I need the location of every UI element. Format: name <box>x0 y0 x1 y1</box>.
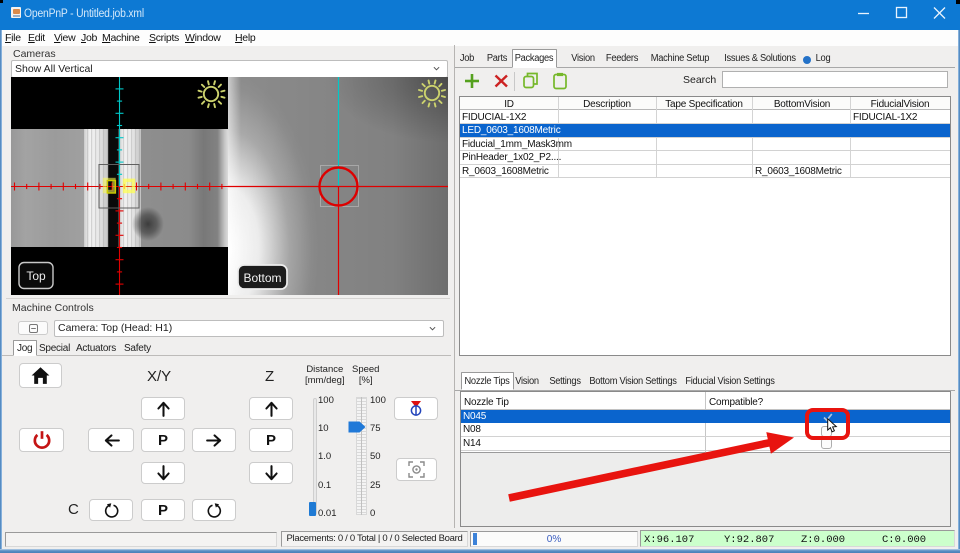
svg-text:Top: Top <box>26 269 46 283</box>
svg-text:Bottom: Bottom <box>243 271 281 285</box>
